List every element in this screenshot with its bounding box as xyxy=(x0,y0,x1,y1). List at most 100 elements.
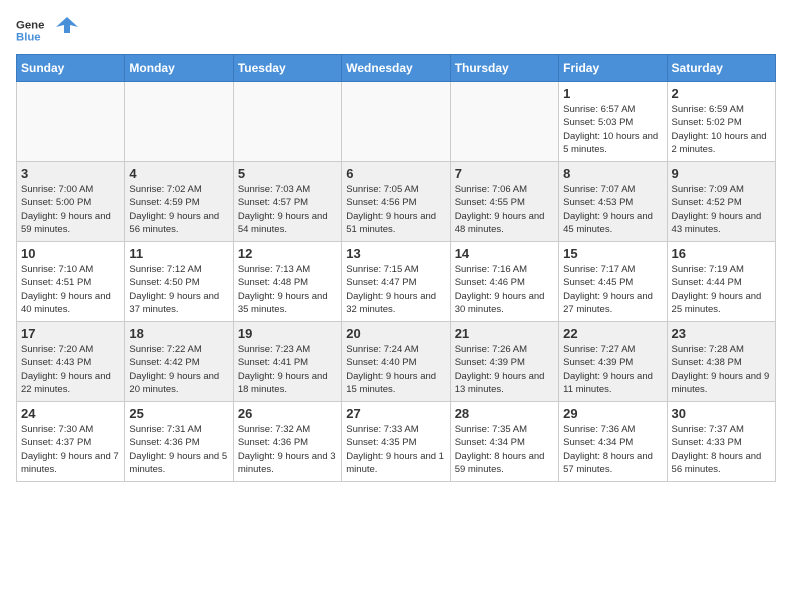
day-number: 22 xyxy=(563,326,662,341)
logo-icon: General Blue xyxy=(16,16,44,44)
day-number: 29 xyxy=(563,406,662,421)
day-info: Sunrise: 7:30 AM Sunset: 4:37 PM Dayligh… xyxy=(21,423,120,476)
logo: General Blue xyxy=(16,16,78,44)
day-cell: 3Sunrise: 7:00 AM Sunset: 5:00 PM Daylig… xyxy=(17,162,125,242)
day-cell: 18 Sunrise: 7:22 AM Sunset: 4:42 PM Dayli… xyxy=(125,322,233,402)
day-number: 24 xyxy=(21,406,120,421)
day-cell: 21Sunrise: 7:26 AM Sunset: 4:39 PM Dayli… xyxy=(450,322,558,402)
day-cell: 9 Sunrise: 7:09 AM Sunset: 4:52 PM Daylig… xyxy=(667,162,775,242)
day-cell: 8 Sunrise: 7:07 AM Sunset: 4:53 PM Daylig… xyxy=(559,162,667,242)
week-row-2: 3Sunrise: 7:00 AM Sunset: 5:00 PM Daylig… xyxy=(17,162,776,242)
day-cell: 6 Sunrise: 7:05 AM Sunset: 4:56 PM Daylig… xyxy=(342,162,450,242)
day-cell: 17Sunrise: 7:20 AM Sunset: 4:43 PM Dayli… xyxy=(17,322,125,402)
week-row-5: 24 Sunrise: 7:30 AM Sunset: 4:37 PM Dayli… xyxy=(17,402,776,482)
day-info: Sunrise: 7:37 AM Sunset: 4:33 PM Dayligh… xyxy=(672,423,771,476)
day-cell: 13 Sunrise: 7:15 AM Sunset: 4:47 PM Dayli… xyxy=(342,242,450,322)
day-number: 30 xyxy=(672,406,771,421)
day-info: Sunrise: 7:03 AM Sunset: 4:57 PM Dayligh… xyxy=(238,183,337,236)
svg-text:Blue: Blue xyxy=(16,32,41,44)
day-info: Sunrise: 7:23 AM Sunset: 4:41 PM Dayligh… xyxy=(238,343,337,396)
col-header-friday: Friday xyxy=(559,55,667,82)
day-cell: 10 Sunrise: 7:10 AM Sunset: 4:51 PM Dayli… xyxy=(17,242,125,322)
day-cell: 26 Sunrise: 7:32 AM Sunset: 4:36 PM Dayli… xyxy=(233,402,341,482)
day-cell: 19 Sunrise: 7:23 AM Sunset: 4:41 PM Dayli… xyxy=(233,322,341,402)
calendar-table: SundayMondayTuesdayWednesdayThursdayFrid… xyxy=(16,54,776,482)
day-cell: 16 Sunrise: 7:19 AM Sunset: 4:44 PM Dayli… xyxy=(667,242,775,322)
day-info: Sunrise: 7:26 AM Sunset: 4:39 PM Dayligh… xyxy=(455,343,554,396)
day-info: Sunrise: 6:57 AM Sunset: 5:03 PM Dayligh… xyxy=(563,103,662,156)
day-info: Sunrise: 7:36 AM Sunset: 4:34 PM Dayligh… xyxy=(563,423,662,476)
day-cell xyxy=(125,82,233,162)
day-number: 20 xyxy=(346,326,445,341)
day-info: Sunrise: 7:19 AM Sunset: 4:44 PM Dayligh… xyxy=(672,263,771,316)
col-header-thursday: Thursday xyxy=(450,55,558,82)
day-cell xyxy=(342,82,450,162)
day-info: Sunrise: 7:10 AM Sunset: 4:51 PM Dayligh… xyxy=(21,263,120,316)
day-number: 13 xyxy=(346,246,445,261)
day-cell: 29 Sunrise: 7:36 AM Sunset: 4:34 PM Dayli… xyxy=(559,402,667,482)
day-info: Sunrise: 7:12 AM Sunset: 4:50 PM Dayligh… xyxy=(129,263,228,316)
day-info: Sunrise: 7:07 AM Sunset: 4:53 PM Dayligh… xyxy=(563,183,662,236)
day-number: 27 xyxy=(346,406,445,421)
day-number: 7 xyxy=(455,166,554,181)
col-header-sunday: Sunday xyxy=(17,55,125,82)
day-info: Sunrise: 7:33 AM Sunset: 4:35 PM Dayligh… xyxy=(346,423,445,476)
day-number: 3 xyxy=(21,166,120,181)
day-cell: 23 Sunrise: 7:28 AM Sunset: 4:38 PM Dayli… xyxy=(667,322,775,402)
day-info: Sunrise: 7:09 AM Sunset: 4:52 PM Dayligh… xyxy=(672,183,771,236)
day-cell: 14 Sunrise: 7:16 AM Sunset: 4:46 PM Dayli… xyxy=(450,242,558,322)
calendar-header-row: SundayMondayTuesdayWednesdayThursdayFrid… xyxy=(17,55,776,82)
week-row-1: 1 Sunrise: 6:57 AM Sunset: 5:03 PM Daylig… xyxy=(17,82,776,162)
day-cell: 7 Sunrise: 7:06 AM Sunset: 4:55 PM Daylig… xyxy=(450,162,558,242)
day-info: Sunrise: 7:05 AM Sunset: 4:56 PM Dayligh… xyxy=(346,183,445,236)
day-info: Sunrise: 7:32 AM Sunset: 4:36 PM Dayligh… xyxy=(238,423,337,476)
day-cell xyxy=(450,82,558,162)
day-number: 1 xyxy=(563,86,662,101)
col-header-wednesday: Wednesday xyxy=(342,55,450,82)
day-cell xyxy=(17,82,125,162)
day-number: 18 xyxy=(129,326,228,341)
day-number: 26 xyxy=(238,406,337,421)
day-info: Sunrise: 7:20 AM Sunset: 4:43 PM Dayligh… xyxy=(21,343,120,396)
day-cell xyxy=(233,82,341,162)
day-info: Sunrise: 7:27 AM Sunset: 4:39 PM Dayligh… xyxy=(563,343,662,396)
day-number: 23 xyxy=(672,326,771,341)
day-number: 25 xyxy=(129,406,228,421)
day-cell: 12 Sunrise: 7:13 AM Sunset: 4:48 PM Dayli… xyxy=(233,242,341,322)
week-row-4: 17Sunrise: 7:20 AM Sunset: 4:43 PM Dayli… xyxy=(17,322,776,402)
day-number: 5 xyxy=(238,166,337,181)
day-number: 8 xyxy=(563,166,662,181)
day-info: Sunrise: 7:15 AM Sunset: 4:47 PM Dayligh… xyxy=(346,263,445,316)
week-row-3: 10 Sunrise: 7:10 AM Sunset: 4:51 PM Dayli… xyxy=(17,242,776,322)
day-info: Sunrise: 7:06 AM Sunset: 4:55 PM Dayligh… xyxy=(455,183,554,236)
day-number: 11 xyxy=(129,246,228,261)
day-number: 14 xyxy=(455,246,554,261)
day-number: 4 xyxy=(129,166,228,181)
day-info: Sunrise: 7:13 AM Sunset: 4:48 PM Dayligh… xyxy=(238,263,337,316)
day-info: Sunrise: 7:16 AM Sunset: 4:46 PM Dayligh… xyxy=(455,263,554,316)
day-cell: 1 Sunrise: 6:57 AM Sunset: 5:03 PM Daylig… xyxy=(559,82,667,162)
day-number: 6 xyxy=(346,166,445,181)
calendar-body: 1 Sunrise: 6:57 AM Sunset: 5:03 PM Daylig… xyxy=(17,82,776,482)
day-info: Sunrise: 7:22 AM Sunset: 4:42 PM Dayligh… xyxy=(129,343,228,396)
day-cell: 11 Sunrise: 7:12 AM Sunset: 4:50 PM Dayli… xyxy=(125,242,233,322)
day-info: Sunrise: 7:28 AM Sunset: 4:38 PM Dayligh… xyxy=(672,343,771,396)
day-cell: 27 Sunrise: 7:33 AM Sunset: 4:35 PM Dayli… xyxy=(342,402,450,482)
day-cell: 22 Sunrise: 7:27 AM Sunset: 4:39 PM Dayli… xyxy=(559,322,667,402)
day-cell: 28Sunrise: 7:35 AM Sunset: 4:34 PM Dayli… xyxy=(450,402,558,482)
day-cell: 15Sunrise: 7:17 AM Sunset: 4:45 PM Dayli… xyxy=(559,242,667,322)
col-header-saturday: Saturday xyxy=(667,55,775,82)
day-number: 10 xyxy=(21,246,120,261)
day-number: 12 xyxy=(238,246,337,261)
day-cell: 24 Sunrise: 7:30 AM Sunset: 4:37 PM Dayli… xyxy=(17,402,125,482)
day-cell: 20 Sunrise: 7:24 AM Sunset: 4:40 PM Dayli… xyxy=(342,322,450,402)
col-header-tuesday: Tuesday xyxy=(233,55,341,82)
day-number: 9 xyxy=(672,166,771,181)
day-info: Sunrise: 7:24 AM Sunset: 4:40 PM Dayligh… xyxy=(346,343,445,396)
day-cell: 2Sunrise: 6:59 AM Sunset: 5:02 PM Daylig… xyxy=(667,82,775,162)
day-number: 19 xyxy=(238,326,337,341)
day-cell: 30 Sunrise: 7:37 AM Sunset: 4:33 PM Dayli… xyxy=(667,402,775,482)
day-number: 16 xyxy=(672,246,771,261)
day-number: 28 xyxy=(455,406,554,421)
day-number: 15 xyxy=(563,246,662,261)
